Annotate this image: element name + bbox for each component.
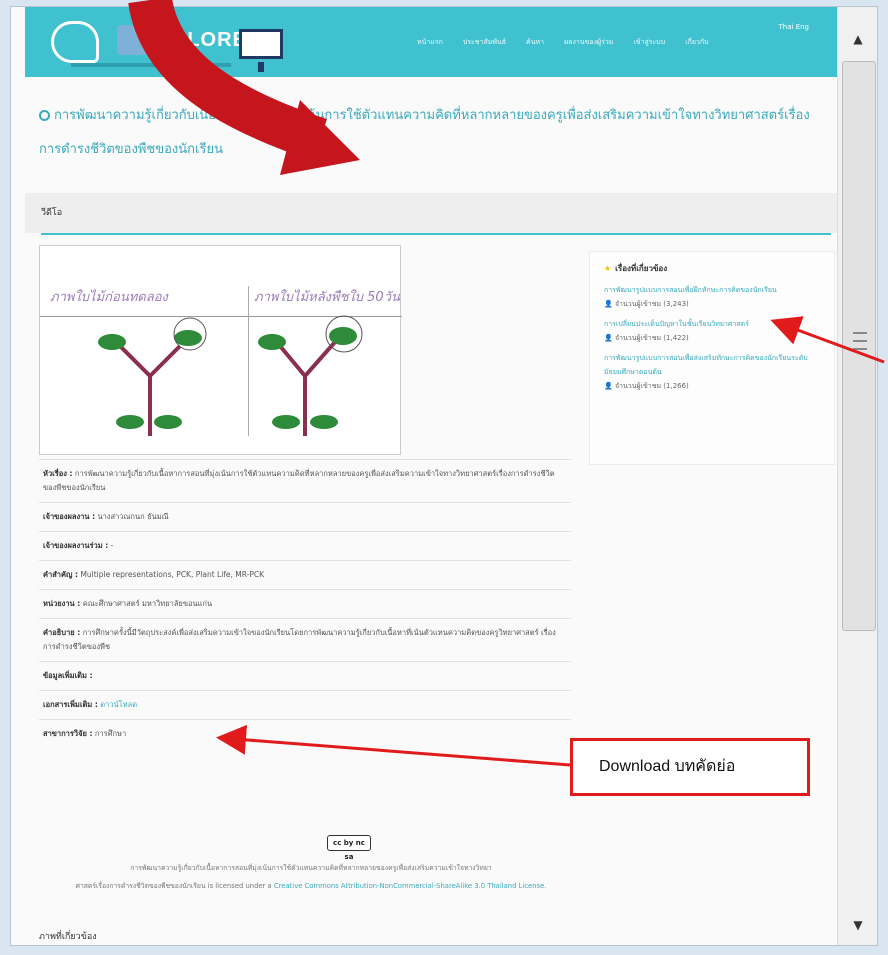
detail-label: ข้อมูลเพิ่มเติม : bbox=[43, 671, 93, 680]
user-icon: 👤 bbox=[604, 300, 615, 308]
detail-value: - bbox=[110, 541, 114, 550]
section-divider bbox=[41, 233, 831, 235]
related-item: การพัฒนารูปแบบการสอนเพื่อส่งเสริมทักษะกา… bbox=[604, 351, 820, 393]
license-link[interactable]: Creative Commons Attribution-NonCommerci… bbox=[274, 882, 546, 890]
detail-extra-info: ข้อมูลเพิ่มเติม : bbox=[39, 661, 571, 690]
scrollbar-thumb[interactable] bbox=[842, 61, 876, 631]
sidebar-heading: ★ เรื่องที่เกี่ยวข้อง bbox=[604, 262, 820, 275]
nav-about[interactable]: เกี่ยวกับ bbox=[685, 37, 708, 48]
web-page: PLORE หน้าแรก ประชาสัมพันธ์ ค้นหา ผลงานข… bbox=[11, 7, 837, 945]
detail-value: การพัฒนาความรู้เกี่ยวกับเนื้อหาการสอนที่… bbox=[43, 469, 555, 492]
page-title: การพัฒนาความรู้เกี่ยวกับเนื้อหาการสอนที่… bbox=[39, 99, 829, 167]
logo-text: PLORE bbox=[173, 29, 247, 51]
detail-label: หัวเรื่อง : bbox=[43, 469, 73, 478]
related-images-heading: ภาพที่เกี่ยวข้อง bbox=[39, 932, 97, 942]
vertical-scrollbar[interactable]: ▲ ▼ bbox=[837, 7, 877, 945]
nav-login[interactable]: เข้าสู่ระบบ bbox=[633, 37, 665, 48]
detail-value: การศึกษาครั้งนี้มีวัตถุประสงค์เพื่อส่งเส… bbox=[43, 628, 556, 651]
views-text: จำนวนผู้เข้าชม (1,266) bbox=[614, 382, 689, 390]
globe-icon bbox=[39, 110, 50, 121]
whiteboard-icon bbox=[239, 29, 283, 72]
related-item-views: 👤 จำนวนผู้เข้าชม (3,243) bbox=[604, 297, 820, 311]
main-nav: หน้าแรก ประชาสัมพันธ์ ค้นหา ผลงานของผู้ร… bbox=[417, 37, 709, 48]
detail-value: การศึกษา bbox=[94, 729, 127, 738]
section-band bbox=[25, 193, 837, 233]
detail-description: คำอธิบาย : การศึกษาครั้งนี้มีวัตถุประสงค… bbox=[39, 618, 571, 661]
head-outline-icon bbox=[51, 21, 99, 63]
views-text: จำนวนผู้เข้าชม (1,422) bbox=[614, 334, 689, 342]
star-icon: ★ bbox=[604, 264, 612, 273]
user-icon: 👤 bbox=[604, 334, 615, 342]
related-item-link[interactable]: การพัฒนารูปแบบการสอนเพื่อฝึกทักษะการคิดข… bbox=[604, 283, 820, 297]
detail-label: คำสำคัญ : bbox=[43, 570, 79, 579]
related-item-link[interactable]: การพัฒนารูปแบบการสอนเพื่อส่งเสริมทักษะกา… bbox=[604, 351, 820, 379]
detail-coowner: เจ้าของผลงานร่วม : - bbox=[39, 531, 571, 560]
browser-window: PLORE หน้าแรก ประชาสัมพันธ์ ค้นหา ผลงานข… bbox=[10, 6, 878, 946]
grip-icon bbox=[853, 332, 867, 350]
license-text: การพัฒนาความรู้เกี่ยวกับเนื้อหาการสอนที่… bbox=[41, 859, 581, 895]
page-title-text: การพัฒนาความรู้เกี่ยวกับเนื้อหาการสอนที่… bbox=[39, 108, 810, 157]
plant-drawing-icon bbox=[98, 315, 363, 436]
nav-works[interactable]: ผลงานของผู้ร่วม bbox=[564, 37, 613, 48]
nav-home[interactable]: หน้าแรก bbox=[417, 37, 443, 48]
video-thumbnail[interactable]: ภาพใบไม้ก่อนทดลอง ภาพใบไม้หลังพืชใบ 50วั… bbox=[39, 245, 402, 455]
detail-label: เอกสารเพิ่มเติม : bbox=[43, 700, 98, 709]
related-item: การเปลี่ยนประเด็นปัญหาในชั้นเรียนวิทยาศา… bbox=[604, 317, 820, 345]
license-line-2: ศาสตร์เรื่องการดำรงชีวิตของพืชของนักเรีย… bbox=[75, 882, 272, 890]
detail-value: คณะศึกษาศาสตร์ มหาวิทยาลัยขอนแก่น bbox=[82, 599, 213, 608]
language-switch[interactable]: Thai Eng bbox=[779, 23, 809, 31]
detail-owner: เจ้าของผลงาน : นางสาวณกนก ธันมณี bbox=[39, 502, 571, 531]
detail-value: Multiple representations, PCK, Plant Lif… bbox=[80, 570, 265, 579]
views-text: จำนวนผู้เข้าชม (3,243) bbox=[614, 300, 689, 308]
detail-label: สาขาการวิจัย : bbox=[43, 729, 93, 738]
related-item-link[interactable]: การเปลี่ยนประเด็นปัญหาในชั้นเรียนวิทยาศา… bbox=[604, 317, 820, 331]
sidebar-heading-text: เรื่องที่เกี่ยวข้อง bbox=[615, 264, 668, 273]
download-callout-box: Download บทคัดย่อ bbox=[570, 738, 810, 796]
license-line-1: การพัฒนาความรู้เกี่ยวกับเนื้อหาการสอนที่… bbox=[130, 864, 492, 872]
detail-research-field: สาขาการวิจัย : การศึกษา bbox=[39, 719, 571, 748]
download-link[interactable]: ดาวน์โหลด bbox=[100, 700, 137, 709]
detail-label: หน่วยงาน : bbox=[43, 599, 81, 608]
site-header: PLORE หน้าแรก ประชาสัมพันธ์ ค้นหา ผลงานข… bbox=[25, 7, 837, 77]
related-item-views: 👤 จำนวนผู้เข้าชม (1,266) bbox=[604, 379, 820, 393]
scroll-down-arrow-icon[interactable]: ▼ bbox=[848, 917, 868, 933]
detail-keywords: คำสำคัญ : Multiple representations, PCK,… bbox=[39, 560, 571, 589]
detail-label: เจ้าของผลงานร่วม : bbox=[43, 541, 109, 550]
related-item-views: 👤 จำนวนผู้เข้าชม (1,422) bbox=[604, 331, 820, 345]
related-item: การพัฒนารูปแบบการสอนเพื่อฝึกทักษะการคิดข… bbox=[604, 283, 820, 311]
cc-license-badge[interactable]: cc by nc sa bbox=[327, 835, 371, 861]
detail-agency: หน่วยงาน : คณะศึกษาศาสตร์ มหาวิทยาลัยขอน… bbox=[39, 589, 571, 618]
site-logo[interactable]: PLORE bbox=[43, 15, 293, 72]
related-sidebar: ★ เรื่องที่เกี่ยวข้อง การพัฒนารูปแบบการสอ… bbox=[589, 251, 835, 465]
detail-value: นางสาวณกนก ธันมณี bbox=[97, 512, 169, 521]
details-list: หัวเรื่อง : การพัฒนาความรู้เกี่ยวกับเนื้… bbox=[39, 459, 571, 748]
nav-news[interactable]: ประชาสัมพันธ์ bbox=[463, 37, 506, 48]
detail-label: เจ้าของผลงาน : bbox=[43, 512, 96, 521]
teacher-icon bbox=[117, 25, 171, 55]
video-heading: วีดีโอ bbox=[41, 208, 63, 218]
nav-search[interactable]: ค้นหา bbox=[526, 37, 544, 48]
logo-tagline bbox=[71, 63, 231, 67]
detail-subject: หัวเรื่อง : การพัฒนาความรู้เกี่ยวกับเนื้… bbox=[39, 459, 571, 502]
scroll-up-arrow-icon[interactable]: ▲ bbox=[848, 31, 868, 47]
detail-attachments: เอกสารเพิ่มเติม : ดาวน์โหลด bbox=[39, 690, 571, 719]
detail-label: คำอธิบาย : bbox=[43, 628, 81, 637]
user-icon: 👤 bbox=[604, 382, 615, 390]
